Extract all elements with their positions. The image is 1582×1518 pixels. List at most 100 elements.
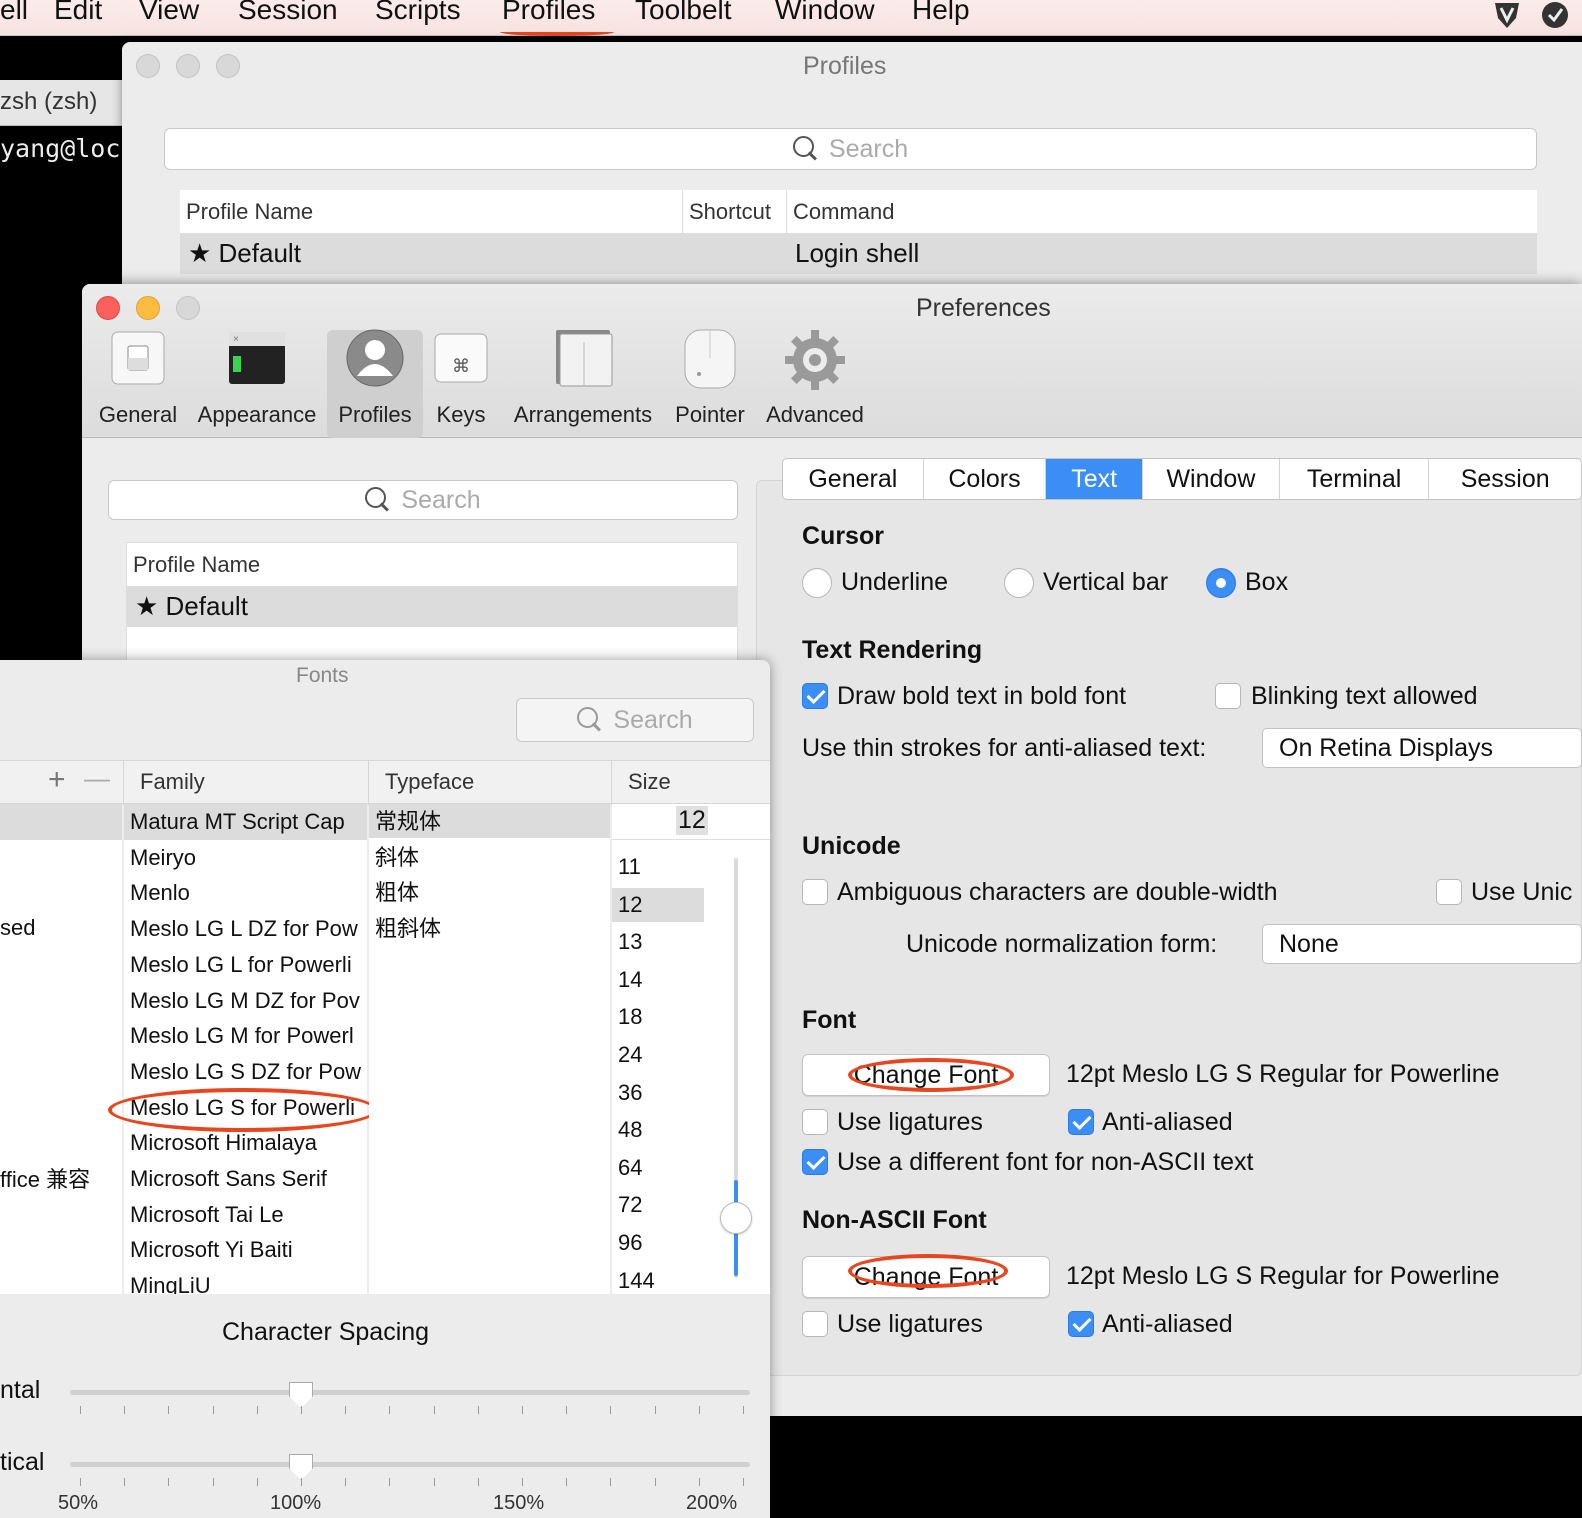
terminal-tab-title[interactable]: zsh (zsh) bbox=[0, 88, 97, 116]
ambiguous-width-checkbox[interactable] bbox=[802, 879, 828, 905]
menu-profiles[interactable]: Profiles bbox=[502, 0, 595, 26]
size-slider-thumb[interactable] bbox=[720, 1202, 752, 1234]
menu-edit[interactable]: Edit bbox=[54, 0, 102, 26]
column-header-profile-name[interactable]: Profile Name bbox=[180, 190, 682, 233]
list-item[interactable]: Meslo LG S DZ for Pow bbox=[124, 1054, 367, 1090]
font-antialiased-checkbox[interactable] bbox=[1068, 1109, 1094, 1135]
use-unicode-checkbox[interactable] bbox=[1436, 879, 1462, 905]
zoom-button[interactable] bbox=[176, 296, 200, 320]
status-icon[interactable] bbox=[1540, 0, 1570, 30]
minimize-button[interactable] bbox=[136, 296, 160, 320]
list-item[interactable]: 36 bbox=[612, 1076, 704, 1110]
tab-window[interactable]: Window bbox=[1143, 459, 1280, 499]
non-ascii-ligatures-checkbox[interactable] bbox=[802, 1311, 828, 1337]
tab-session[interactable]: Session bbox=[1429, 459, 1581, 499]
add-collection-button[interactable]: + bbox=[48, 763, 66, 797]
menu-toolbelt[interactable]: Toolbelt bbox=[635, 0, 732, 26]
menu-app[interactable]: ell bbox=[0, 0, 28, 26]
tab-text[interactable]: Text bbox=[1046, 459, 1144, 499]
tab-general[interactable]: General bbox=[783, 459, 924, 499]
list-item[interactable]: Matura MT Script Cap bbox=[124, 804, 367, 840]
list-item[interactable]: Meslo LG M for Powerl bbox=[124, 1018, 367, 1054]
table-row[interactable]: ★ Default Login shell bbox=[180, 234, 1537, 274]
zoom-button[interactable] bbox=[216, 54, 240, 78]
toolbar-appearance[interactable]: × Appearance bbox=[192, 328, 322, 438]
list-item[interactable]: MingLiU bbox=[124, 1268, 367, 1294]
list-item[interactable]: Microsoft Sans Serif bbox=[124, 1161, 367, 1197]
toolbar-advanced[interactable]: Advanced bbox=[762, 328, 868, 438]
cursor-underline-radio[interactable] bbox=[802, 568, 832, 598]
toolbar-general[interactable]: General bbox=[92, 328, 184, 438]
thin-strokes-select[interactable]: On Retina Displays bbox=[1262, 728, 1582, 768]
list-item[interactable]: 12 bbox=[612, 887, 704, 922]
list-item[interactable]: 常规体 bbox=[369, 804, 610, 838]
list-item[interactable]: 144 bbox=[612, 1264, 704, 1294]
column-header-shortcut[interactable]: Shortcut bbox=[682, 190, 786, 233]
column-header-typeface[interactable]: Typeface bbox=[385, 769, 474, 795]
list-item[interactable]: Microsoft Yi Baiti bbox=[124, 1232, 367, 1268]
tab-terminal[interactable]: Terminal bbox=[1280, 459, 1430, 499]
shield-icon[interactable] bbox=[1492, 0, 1522, 30]
list-item[interactable]: 斜体 bbox=[369, 838, 610, 874]
toolbar-arrangements[interactable]: Arrangements bbox=[508, 328, 658, 438]
vertical-spacing-thumb[interactable] bbox=[289, 1454, 313, 1480]
remove-collection-button[interactable]: — bbox=[84, 763, 110, 794]
profile-search-input[interactable]: Search bbox=[108, 480, 738, 520]
list-item[interactable]: 24 bbox=[612, 1038, 704, 1072]
search-icon bbox=[365, 487, 391, 513]
slider-tick bbox=[743, 1478, 744, 1486]
menu-session[interactable]: Session bbox=[238, 0, 338, 26]
list-item[interactable]: 64 bbox=[612, 1151, 704, 1185]
toolbar-keys[interactable]: ⌘ Keys bbox=[428, 328, 494, 438]
list-item[interactable]: 粗体 bbox=[369, 873, 610, 909]
list-item[interactable] bbox=[0, 804, 122, 840]
list-item[interactable]: Menlo bbox=[124, 875, 367, 911]
list-item[interactable]: Meslo LG L for Powerli bbox=[124, 947, 367, 983]
list-item[interactable]: 11 bbox=[612, 850, 704, 884]
column-header-size[interactable]: Size bbox=[628, 769, 671, 795]
blinking-text-checkbox[interactable] bbox=[1215, 683, 1241, 709]
profile-tabs: General Colors Text Window Terminal Sess… bbox=[782, 458, 1582, 500]
list-item[interactable]: 18 bbox=[612, 1000, 704, 1034]
list-item[interactable]: sed bbox=[0, 910, 122, 946]
menu-window[interactable]: Window bbox=[775, 0, 875, 26]
profile-list-header[interactable]: Profile Name bbox=[127, 543, 737, 587]
list-item[interactable]: Meslo LG M DZ for Pov bbox=[124, 983, 367, 1019]
close-button[interactable] bbox=[96, 296, 120, 320]
non-ascii-font-checkbox[interactable] bbox=[802, 1149, 828, 1175]
list-item[interactable]: ★ Default bbox=[127, 587, 737, 627]
list-item[interactable]: 14 bbox=[612, 963, 704, 997]
normalization-select[interactable]: None bbox=[1262, 924, 1582, 964]
list-item[interactable]: 48 bbox=[612, 1113, 704, 1147]
toolbar-pointer[interactable]: Pointer bbox=[668, 328, 752, 438]
horizontal-spacing-thumb[interactable] bbox=[289, 1382, 313, 1408]
font-ligatures-checkbox[interactable] bbox=[802, 1109, 828, 1135]
menu-scripts[interactable]: Scripts bbox=[375, 0, 461, 26]
list-item[interactable]: 粗斜体 bbox=[369, 909, 610, 945]
list-item[interactable]: ffice 兼容 bbox=[0, 1160, 122, 1196]
list-item[interactable]: 13 bbox=[612, 925, 704, 959]
toolbar-profiles[interactable]: Profiles bbox=[327, 328, 423, 438]
size-input[interactable]: 12 bbox=[612, 804, 770, 840]
bold-font-checkbox[interactable] bbox=[802, 683, 828, 709]
tab-colors[interactable]: Colors bbox=[924, 459, 1047, 499]
font-search-input[interactable]: Search bbox=[516, 698, 754, 742]
non-ascii-antialiased-checkbox[interactable] bbox=[1068, 1311, 1094, 1337]
column-header-family[interactable]: Family bbox=[140, 769, 205, 795]
list-item[interactable]: 96 bbox=[612, 1226, 704, 1260]
menu-help[interactable]: Help bbox=[912, 0, 970, 26]
minimize-button[interactable] bbox=[176, 54, 200, 78]
vertical-spacing-slider[interactable] bbox=[70, 1462, 750, 1467]
column-header-command[interactable]: Command bbox=[786, 190, 1486, 233]
search-input[interactable]: Search bbox=[164, 128, 1537, 170]
list-item[interactable]: 72 bbox=[612, 1188, 704, 1222]
list-item[interactable]: Meslo LG L DZ for Pow bbox=[124, 911, 367, 947]
menu-view[interactable]: View bbox=[139, 0, 199, 26]
horizontal-spacing-slider[interactable] bbox=[70, 1390, 750, 1395]
close-button[interactable] bbox=[136, 54, 160, 78]
list-item[interactable]: Microsoft Tai Le bbox=[124, 1197, 367, 1233]
cursor-box-radio[interactable] bbox=[1206, 568, 1236, 598]
cursor-vertical-bar-radio[interactable] bbox=[1004, 568, 1034, 598]
annotation-underline bbox=[500, 28, 614, 36]
list-item[interactable]: Meiryo bbox=[124, 840, 367, 876]
